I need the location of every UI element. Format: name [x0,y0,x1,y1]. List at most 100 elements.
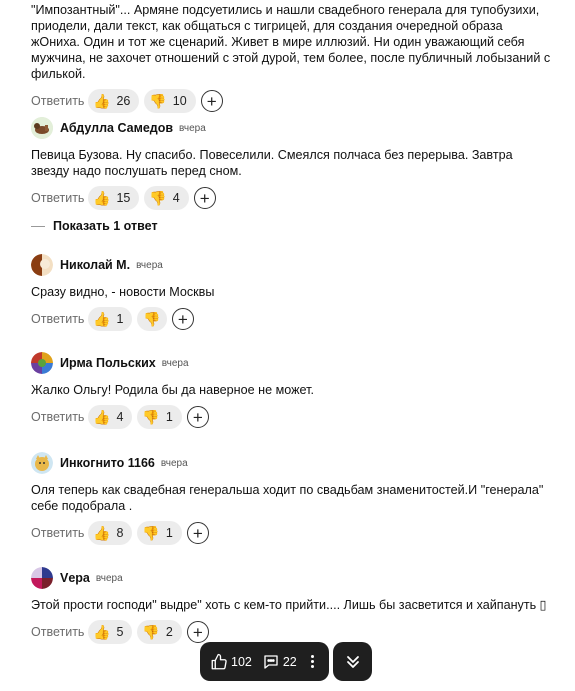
double-chevron-down-icon [346,655,359,668]
comment-header: Ирма Польских вчера [31,350,551,376]
thumbs-down-icon: 👎 [142,408,160,425]
dislike-button[interactable]: 👎 4 [144,186,189,210]
avatar[interactable] [31,117,53,139]
comment-text: Певица Бузова. Ну спасибо. Повеселили. С… [31,148,513,178]
comment-item: Vера вчера Этой прости господи" выдре" х… [31,565,551,645]
dislike-count: 4 [172,191,180,205]
thumbs-up-icon: 👍 [93,408,111,425]
plus-icon: + [177,309,188,329]
like-count: 8 [116,526,124,540]
dislike-button[interactable]: 👎 1 [137,405,182,429]
add-reaction-button[interactable]: + [171,308,194,330]
reply-button[interactable]: Ответить [31,94,88,108]
add-reaction-button[interactable]: + [186,621,209,643]
comment-icon [264,654,278,669]
like-button[interactable]: 👍 26 [88,89,140,113]
add-reaction-button[interactable]: + [200,90,223,112]
like-button[interactable]: 👍 4 [88,405,133,429]
plus-icon: + [192,407,203,427]
like-button[interactable]: 👍 15 [88,186,140,210]
article-like-count: 102 [231,654,252,669]
plus-icon: + [199,188,210,208]
comment-author[interactable]: Инкогнито 1166 [60,456,155,470]
reply-button[interactable]: Ответить [31,625,88,639]
dislike-button[interactable]: 👎 2 [137,620,182,644]
like-button[interactable]: 👍 5 [88,620,133,644]
thumbs-down-icon: 👎 [143,310,161,327]
comment-time: вчера [95,572,123,584]
comment-text: Оля теперь как свадебная генеральша ходи… [31,483,544,513]
floating-action-bar: 102 22 [200,642,329,681]
avatar[interactable] [31,567,53,589]
dislike-button[interactable]: 👎 10 [144,89,196,113]
dislike-count: 1 [165,410,173,424]
comment-actions: Ответить 👍 8 👎 1 + [31,520,551,546]
dislike-button[interactable]: 👎 [137,307,167,331]
like-button[interactable]: 👍 8 [88,521,133,545]
show-replies-button[interactable]: Показать 1 ответ [31,219,158,233]
comment-text: Этой прости господи" выдре" хоть с кем-т… [31,598,547,612]
comment-actions: Ответить 👍 15 👎 4 + [31,185,551,211]
scroll-down-button[interactable] [333,642,372,681]
reply-button[interactable]: Ответить [31,191,88,205]
comment-header: Абдулла Самедов вчера [31,115,551,141]
comment-actions: Ответить 👍 4 👎 1 + [31,404,551,430]
avatar[interactable] [31,352,53,374]
comment-text: "Импозантный"... Армяне подсуетились и н… [31,3,551,81]
thumbs-down-icon: 👎 [142,623,160,640]
thumbs-down-icon: 👎 [149,92,167,109]
like-count: 15 [116,191,131,205]
comment-item: Николай М. вчера Сразу видно, - новости … [31,252,551,332]
add-reaction-button[interactable]: + [186,406,209,428]
like-button[interactable]: 👍 1 [88,307,133,331]
reply-button[interactable]: Ответить [31,526,88,540]
add-reaction-button[interactable]: + [193,187,216,209]
reply-button[interactable]: Ответить [31,410,88,424]
thumbs-up-icon: 👍 [93,310,111,327]
comment-text: Сразу видно, - новости Москвы [31,285,215,299]
comment-header: Инкогнито 1166 вчера [31,450,551,476]
comment-time: вчера [161,357,189,369]
reply-button[interactable]: Ответить [31,312,88,326]
divider [31,225,45,227]
add-reaction-button[interactable]: + [186,522,209,544]
avatar[interactable] [31,452,53,474]
comment-text: Жалко Ольгу! Родила бы да наверное не мо… [31,383,314,397]
dislike-count: 10 [172,94,187,108]
comment-actions: Ответить 👍 1 👎 + [31,306,551,332]
more-options-icon[interactable] [310,655,314,668]
dislike-count: 1 [165,526,173,540]
comment-author[interactable]: Vера [60,571,90,585]
comment-actions: Ответить 👍 26 👎 10 + [31,88,551,114]
show-replies-label: Показать 1 ответ [53,219,158,233]
comment-item: Абдулла Самедов вчера Певица Бузова. Ну … [31,115,551,211]
article-comments-count: 22 [282,654,297,669]
thumbs-up-icon [211,653,227,669]
like-count: 5 [116,625,124,639]
thumbs-up-icon: 👍 [93,189,111,206]
thumbs-down-icon: 👎 [142,524,160,541]
plus-icon: + [192,523,203,543]
dislike-count: 2 [165,625,173,639]
thumbs-up-icon: 👍 [93,524,111,541]
plus-icon: + [192,622,203,642]
comment-author[interactable]: Абдулла Самедов [60,121,173,135]
comment-author[interactable]: Ирма Польских [60,356,156,370]
comment-author[interactable]: Николай М. [60,258,130,272]
comment-item: Ирма Польских вчера Жалко Ольгу! Родила … [31,350,551,430]
like-count: 4 [116,410,124,424]
thumbs-up-icon: 👍 [93,623,111,640]
comment-time: вчера [160,457,188,469]
comment-header: Николай М. вчера [31,252,551,278]
dislike-button[interactable]: 👎 1 [137,521,182,545]
plus-icon: + [206,91,217,111]
thumbs-down-icon: 👎 [149,189,167,206]
comment-time: вчера [179,122,206,134]
comment-time: вчера [136,259,163,271]
article-comments-button[interactable]: 22 [262,653,297,671]
comment-header: Vера вчера [31,565,551,591]
comment-item: "Импозантный"... Армяне подсуетились и н… [31,2,551,114]
avatar[interactable] [31,254,53,276]
article-like-button[interactable]: 102 [210,653,252,671]
like-count: 1 [116,312,124,326]
